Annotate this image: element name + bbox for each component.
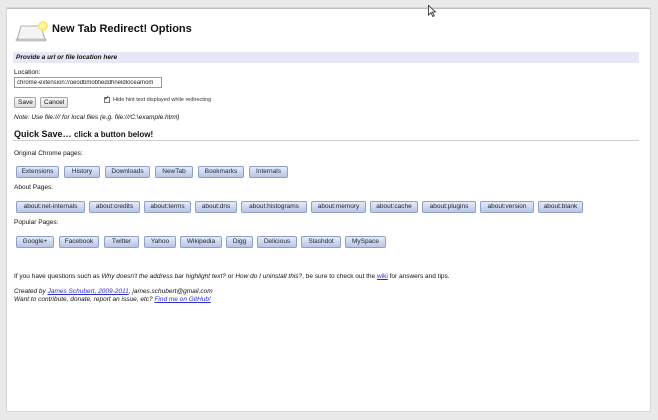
contribute-line: Want to contribute, donate, report an is… [14, 296, 211, 303]
wiki-link[interactable]: wiki [377, 273, 388, 280]
quick-button-google-plus[interactable]: Google+ [16, 236, 54, 248]
credits-line: Created by James Schubert, 2009-2011, ja… [14, 288, 213, 295]
quick-button-about-net-internals[interactable]: about:net-internals [16, 201, 85, 213]
mouse-cursor-icon [428, 5, 436, 17]
quick-button-about-terms[interactable]: about:terms [144, 201, 191, 213]
quick-button-delicious[interactable]: Delicious [257, 236, 297, 248]
github-link[interactable]: Find me on GitHub! [154, 296, 210, 303]
cancel-button[interactable]: Cancel [40, 97, 68, 108]
options-page: New Tab Redirect! Options Provide a url … [6, 7, 651, 412]
help-text-part: for answers and tips. [387, 273, 450, 280]
quick-button-about-dns[interactable]: about:dns [195, 201, 237, 213]
location-section-header: Provide a url or file location here [13, 52, 639, 63]
quick-button-newtab[interactable]: NewTab [155, 166, 193, 178]
contribute-text: Want to contribute, donate, report an is… [14, 296, 155, 303]
help-text-part: , be sure to check out the [302, 273, 377, 280]
location-input[interactable] [14, 77, 162, 88]
quick-button-about-version[interactable]: about:version [480, 201, 534, 213]
quick-button-about-histograms[interactable]: about:histograms [241, 201, 307, 213]
quick-button-internals[interactable]: Internals [249, 166, 288, 178]
quick-button-downloads[interactable]: Downloads [105, 166, 150, 178]
chrome-pages-label: Original Chrome pages: [14, 150, 83, 157]
popular-pages-label: Popular Pages: [14, 219, 59, 226]
file-note: Note: Use file:/// for local files (e.g.… [14, 114, 180, 121]
quick-save-title: Quick Save… [14, 129, 72, 139]
quick-button-about-memory[interactable]: about:memory [311, 201, 366, 213]
help-text-part: If you have questions such as [14, 273, 102, 280]
help-question-highlight: Why doesn't the address bar highlight te… [101, 273, 226, 280]
quick-button-yahoo[interactable]: Yahoo [144, 236, 176, 248]
about-pages-label: About Pages: [14, 184, 54, 191]
credits-email: , james.schubert@gmail.com [128, 288, 213, 295]
quick-button-twitter[interactable]: Twitter [104, 236, 139, 248]
page-title: New Tab Redirect! Options [52, 23, 192, 35]
credits-text: Created by [14, 288, 48, 295]
quick-button-slashdot[interactable]: Slashdot [301, 236, 341, 248]
quick-button-about-blank[interactable]: about:blank [538, 201, 583, 213]
help-question-uninstall: How do I uninstall this? [235, 273, 303, 280]
hide-hint-checkbox[interactable] [104, 94, 110, 103]
help-text-part: or [225, 273, 236, 280]
quick-button-about-plugins[interactable]: about:plugins [422, 201, 476, 213]
save-button[interactable]: Save [14, 97, 36, 108]
hide-hint-label: Hide hint text displayed while redirecti… [113, 97, 212, 103]
help-text: If you have questions such as Why doesn'… [14, 273, 450, 280]
quick-button-about-cache[interactable]: about:cache [370, 201, 418, 213]
quick-button-wikipedia[interactable]: Wikipedia [180, 236, 222, 248]
quick-save-subtitle: click a button below! [74, 130, 154, 139]
author-link[interactable]: James Schubert, 2009-2011 [48, 288, 129, 295]
quick-save-heading: Quick Save… click a button below! [14, 129, 153, 139]
quick-button-extensions[interactable]: Extensions [16, 166, 59, 178]
top-divider [7, 8, 650, 9]
quick-button-about-credits[interactable]: about:credits [89, 201, 140, 213]
quick-button-digg[interactable]: Digg [226, 236, 253, 248]
new-tab-logo-icon [15, 21, 48, 42]
location-label: Location: [14, 69, 41, 76]
quick-button-history[interactable]: History [64, 166, 100, 178]
quick-save-divider [13, 140, 639, 141]
quick-button-bookmarks[interactable]: Bookmarks [198, 166, 244, 178]
quick-button-myspace[interactable]: MySpace [345, 236, 386, 248]
quick-button-facebook[interactable]: Facebook [59, 236, 99, 248]
